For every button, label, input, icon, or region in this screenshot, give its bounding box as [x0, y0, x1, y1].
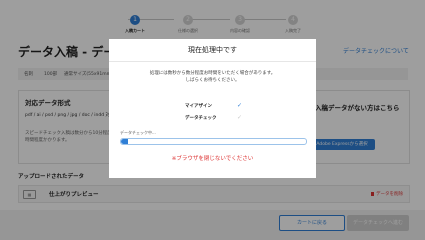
checkmark-icon: ✓	[237, 114, 243, 121]
modal-message-line-2: しばらくお待ちください。	[185, 78, 240, 83]
check-label-mydesign: マイアザイン	[185, 104, 212, 109]
check-label-datacheck: データチェック	[185, 116, 217, 121]
modal-message: 処理には数秒から数分程度お時間をいただく場合があります。 しばらくお待ちください…	[109, 70, 316, 84]
check-row-datacheck: データチェック ✓	[185, 114, 245, 123]
modal-divider	[109, 61, 316, 62]
progress-bar	[120, 138, 307, 145]
do-not-close-warning: ※ブラウザを閉じないでください	[171, 156, 254, 162]
checkmark-icon: ✓	[237, 102, 243, 109]
modal-title: 現在処理中です	[188, 46, 237, 54]
progress-label: データチェック中...	[120, 130, 156, 135]
modal-message-line-1: 処理には数秒から数分程度お時間をいただく場合があります。	[149, 71, 276, 76]
check-row-mydesign: マイアザイン ✓	[185, 102, 245, 111]
processing-modal: 現在処理中です 処理には数秒から数分程度お時間をいただく場合があります。 しばら…	[109, 39, 316, 178]
progress-bar-fill	[121, 139, 129, 144]
